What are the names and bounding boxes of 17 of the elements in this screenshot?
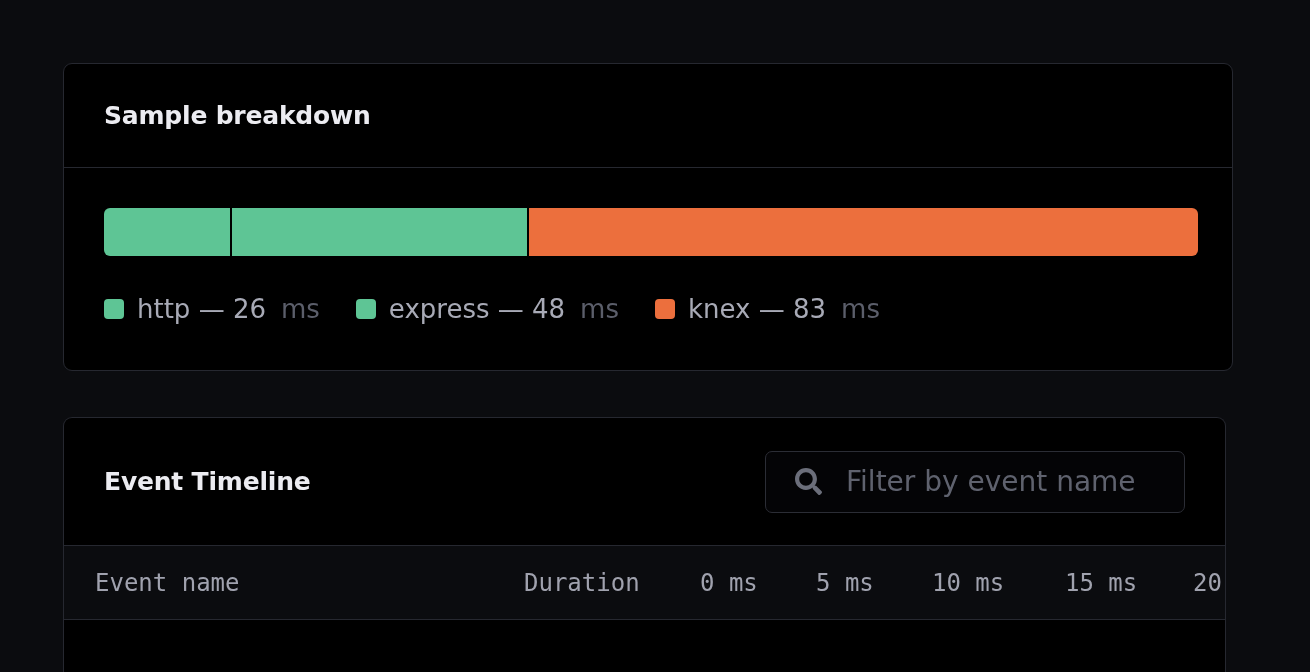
legend-unit: ms	[281, 294, 320, 324]
card-title: Event Timeline	[104, 467, 311, 496]
legend-label: http — 26	[137, 294, 266, 324]
card-title: Sample breakdown	[104, 101, 371, 130]
column-header: Event name	[95, 568, 241, 597]
column-header: 20	[1193, 568, 1223, 597]
search-field[interactable]: Filter by event name	[765, 450, 1185, 513]
column-header: 15 ms	[1065, 568, 1139, 597]
search-icon	[795, 467, 822, 495]
column-header: 0 ms	[700, 568, 759, 597]
column-header: Duration	[524, 568, 641, 597]
legend-unit: ms	[841, 294, 880, 324]
legend-unit: ms	[580, 294, 619, 324]
column-header: 10 ms	[932, 568, 1006, 597]
column-header: 5 ms	[816, 568, 875, 597]
legend-label: express — 48	[388, 294, 566, 324]
legend-label: knex — 83	[688, 294, 827, 324]
